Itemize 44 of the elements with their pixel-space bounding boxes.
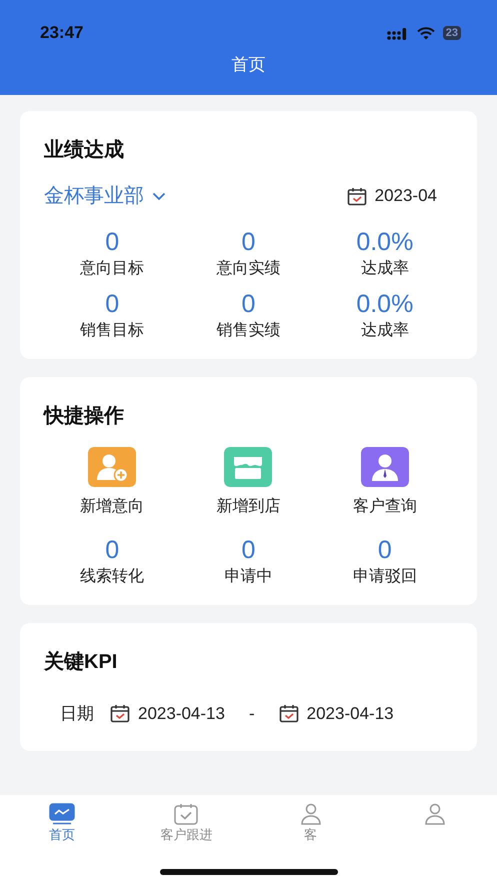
count-value: 0 [242,535,256,565]
quick-action-button[interactable]: 新增到店 [216,447,280,519]
stat-value: 0 [105,227,120,257]
count-label: 线索转化 [80,566,144,587]
stat-value: 0 [242,227,256,257]
status-time: 23:47 [40,22,84,44]
count-label: 申请驳回 [352,566,417,587]
section-title: 关键KPI [44,650,118,675]
section-title: 快捷操作 [44,404,125,429]
count-value: 0 [378,535,392,565]
battery-level: 23 [442,26,461,40]
stat-label: 意向实绩 [216,258,280,279]
quick-action-button[interactable]: 客户查询 [352,447,417,519]
signal-icon [386,26,409,40]
stat-label: 销售目标 [80,321,144,341]
tab-button[interactable]: 客户跟进 [124,803,248,883]
stat-value: 0.0% [356,227,414,257]
tab-button[interactable]: 首页 [0,803,124,883]
stat-value: 0 [105,289,120,319]
stat-value: 0.0% [356,289,414,319]
count-label: 申请中 [224,566,272,587]
page-title: 首页 [230,54,266,76]
calendar-icon [278,704,299,724]
chevron-icon [152,192,166,200]
quick-action-button[interactable]: 新增意向 [80,447,144,519]
date-separator: - [248,703,255,725]
date-label: 日期 [60,703,94,725]
chart-icon [49,803,76,825]
stat-value: 0 [242,289,256,319]
month-picker[interactable]: 2023-04 [374,183,437,209]
calendar-icon [346,186,367,206]
department-dropdown[interactable]: 金杯事业部 [44,181,166,211]
stat-label: 意向目标 [80,258,144,279]
tab-button[interactable]: 客 [248,803,373,883]
stat-label: 销售实绩 [216,320,280,341]
calendar-icon [110,704,130,724]
stat-label: 达成率 [360,320,409,341]
count-value: 0 [105,535,120,565]
end-date[interactable]: 2023-04-13 [306,701,394,726]
start-date[interactable]: 2023-04-13 [138,701,225,726]
wifi-icon [416,26,435,40]
section-title: 业绩达成 [44,138,125,163]
calendar-icon [173,803,200,825]
stat-label: 达成率 [360,258,409,279]
